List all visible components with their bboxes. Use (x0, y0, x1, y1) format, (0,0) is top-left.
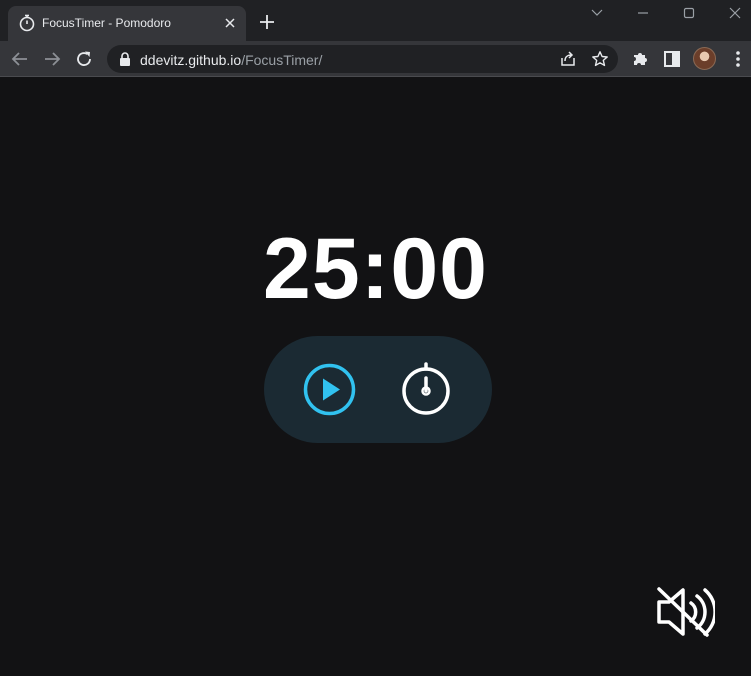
sound-toggle-button[interactable] (655, 585, 717, 639)
side-panel-icon[interactable] (662, 49, 682, 69)
minimize-icon[interactable] (620, 0, 666, 28)
address-bar[interactable]: ddevitz.github.io/FocusTimer/ (107, 45, 618, 73)
set-timer-button[interactable] (399, 360, 457, 418)
more-menu-icon[interactable] (728, 49, 748, 69)
avatar[interactable] (693, 47, 716, 70)
chevron-down-icon[interactable] (574, 0, 620, 28)
puzzle-icon[interactable] (630, 49, 650, 69)
url-path: /FocusTimer/ (241, 52, 323, 68)
arrow-right-icon[interactable] (42, 49, 62, 69)
lock-icon[interactable] (119, 52, 131, 66)
close-icon[interactable] (222, 15, 238, 31)
tab-title: FocusTimer - Pomodoro (42, 16, 171, 30)
play-button[interactable] (302, 362, 357, 417)
timer-display: 25:00 (263, 221, 488, 317)
stopwatch-icon (402, 362, 450, 415)
browser-toolbar: ddevitz.github.io/FocusTimer/ (0, 41, 751, 77)
url-host: ddevitz.github.io (140, 52, 242, 68)
share-icon[interactable] (559, 50, 577, 68)
reload-icon[interactable] (74, 49, 94, 69)
maximize-icon[interactable] (666, 0, 712, 28)
stopwatch-icon (18, 14, 36, 32)
arrow-left-icon[interactable] (10, 49, 30, 69)
close-window-icon[interactable] (712, 0, 751, 28)
url-text: ddevitz.github.io/FocusTimer/ (140, 52, 322, 68)
star-icon[interactable] (591, 50, 609, 68)
plus-icon[interactable] (258, 13, 276, 31)
browser-tab[interactable]: FocusTimer - Pomodoro (8, 6, 246, 41)
play-icon (303, 363, 356, 416)
browser-titlebar: FocusTimer - Pomodoro (0, 0, 751, 41)
timer-controls (264, 336, 492, 443)
sound-off-icon (657, 587, 717, 637)
